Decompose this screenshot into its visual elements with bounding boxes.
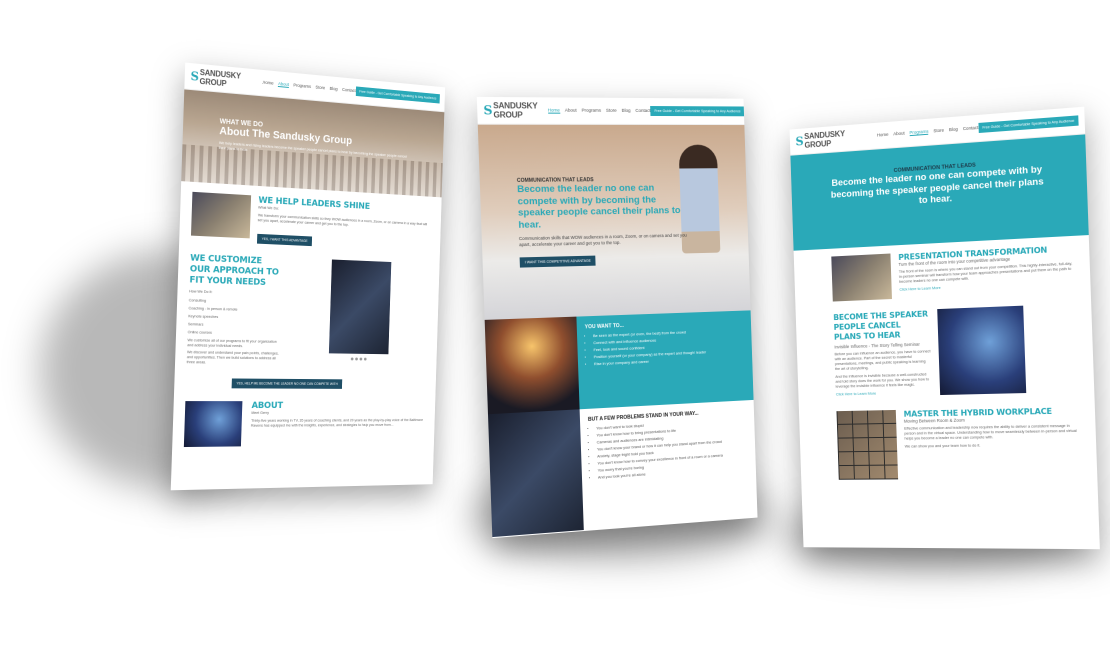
section-storytelling: BECOME THE SPEAKER PEOPLE CANCEL PLANS T…: [795, 291, 1094, 399]
logo[interactable]: S SANDUSKY GROUP: [483, 101, 538, 120]
want-advantage-button[interactable]: YES, I WANT THIS ADVANTAGE: [257, 234, 312, 246]
hero-banner: COMMUNICATION THAT LEADS Become the lead…: [790, 134, 1088, 250]
logo[interactable]: S SANDUSKY GROUP: [795, 127, 867, 150]
section-want: YOU WANT TO... Be seen as the expert (or…: [485, 310, 754, 414]
programs-page-mockup: S SANDUSKY GROUP Home About Programs Stor…: [790, 107, 1100, 550]
logo-mark-icon: S: [483, 103, 492, 117]
free-guide-button[interactable]: Free Guide - Get Comfortable Speaking to…: [978, 115, 1078, 133]
become-leader-button[interactable]: YES, HELP ME BECOME THE LEADER NO ONE CA…: [232, 378, 343, 388]
nav-menu: Home About Programs Store Blog Contact: [877, 125, 979, 139]
free-guide-button[interactable]: Free Guide - Get Comfortable Speaking to…: [650, 106, 744, 116]
nav-blog[interactable]: Blog: [622, 108, 631, 114]
seminar-photo: [191, 192, 251, 239]
section-customize: WE CUSTOMIZE OUR APPROACH TO FIT YOUR NE…: [175, 241, 440, 368]
nav-programs[interactable]: Programs: [293, 83, 311, 90]
auditorium-photo: [485, 317, 580, 415]
logo-mark-icon: S: [190, 69, 199, 84]
section-hybrid: MASTER THE HYBRID WORKPLACE Moving Betwe…: [799, 391, 1098, 480]
nav-about[interactable]: About: [278, 81, 289, 88]
nav-blog[interactable]: Blog: [949, 127, 958, 134]
gerry-photo: [184, 401, 243, 447]
storytelling-heading: BECOME THE SPEAKER PEOPLE CANCEL PLANS T…: [833, 309, 930, 342]
service-item: Online courses: [188, 328, 282, 338]
nav-contact[interactable]: Contact: [963, 125, 979, 132]
nav-menu: Home About Programs Store Blog Contact: [262, 80, 355, 94]
nav-contact[interactable]: Contact: [635, 108, 650, 114]
nav-store[interactable]: Store: [315, 85, 325, 92]
stage-speaker-photo: [937, 306, 1026, 395]
logo-text: SANDUSKY GROUP: [493, 101, 538, 120]
problems-list: You don't want to look stupid You don't …: [588, 417, 748, 482]
logo-mark-icon: S: [795, 134, 803, 148]
nav-store[interactable]: Store: [933, 128, 944, 135]
want-list: Be seen as the expert (or even, the best…: [585, 327, 745, 368]
customize-body: We customize all of our programs to fit …: [187, 338, 281, 349]
logo[interactable]: S SANDUSKY GROUP: [190, 67, 253, 90]
coaching-photo: [329, 260, 391, 355]
customize-heading: WE CUSTOMIZE OUR APPROACH TO FIT YOUR NE…: [189, 254, 284, 290]
nav-about[interactable]: About: [893, 131, 905, 138]
nav-home[interactable]: Home: [262, 80, 273, 87]
nav-home[interactable]: Home: [548, 108, 560, 114]
hero-title: Become the leader no one can compete wit…: [517, 182, 687, 231]
nav-programs[interactable]: Programs: [582, 108, 602, 114]
hybrid-body: Effective communication and leadership n…: [904, 424, 1081, 442]
seminar-photo: [831, 254, 892, 302]
top-nav: S SANDUSKY GROUP Home About Programs Stor…: [477, 97, 745, 125]
hybrid-body-2: We can show you and your team how to do …: [905, 442, 1082, 449]
storytelling-body: Before you can influence an audience, yo…: [835, 349, 932, 372]
competitive-advantage-button[interactable]: I WANT THIS COMPETITIVE ADVANTAGE: [520, 256, 596, 268]
storytelling-body-2: And the influence is invisible because a…: [835, 372, 932, 389]
nav-blog[interactable]: Blog: [330, 86, 338, 92]
free-guide-button[interactable]: Free Guide - Get Comfortable Speaking to…: [356, 86, 440, 103]
presenter-photo: [488, 409, 584, 537]
hero-body: Communication skills that WOW audiences …: [519, 233, 688, 248]
logo-text: SANDUSKY GROUP: [199, 68, 253, 91]
nav-contact[interactable]: Contact: [342, 87, 356, 94]
section-about: ABOUT Meet Gerry Thirty-five years worki…: [172, 389, 435, 447]
nav-menu: Home About Programs Store Blog Contact: [548, 108, 651, 114]
about-body: Thirty-five years working in TV, 35 year…: [251, 418, 425, 428]
zoom-grid-photo: [836, 410, 898, 480]
customize-body-2: We discover and understand your pain poi…: [187, 350, 281, 366]
nav-home[interactable]: Home: [877, 132, 889, 139]
nav-about[interactable]: About: [565, 108, 577, 114]
about-page-mockup: S SANDUSKY GROUP Home About Programs Stor…: [171, 63, 445, 491]
about-sub: Meet Gerry: [251, 411, 425, 416]
storytelling-sub: Invisible Influence - The Story Telling …: [834, 341, 930, 349]
section-problems: BUT A FEW PROBLEMS STAND IN YOUR WAY... …: [488, 400, 757, 537]
logo-text: SANDUSKY GROUP: [804, 127, 868, 149]
carousel-dots[interactable]: [351, 357, 367, 360]
about-heading: ABOUT: [251, 401, 425, 411]
hero-banner: COMMUNICATION THAT LEADS Become the lead…: [478, 125, 751, 320]
nav-programs[interactable]: Programs: [909, 129, 928, 136]
home-page-mockup: S SANDUSKY GROUP Home About Programs Stor…: [477, 97, 758, 538]
nav-store[interactable]: Store: [606, 108, 617, 114]
